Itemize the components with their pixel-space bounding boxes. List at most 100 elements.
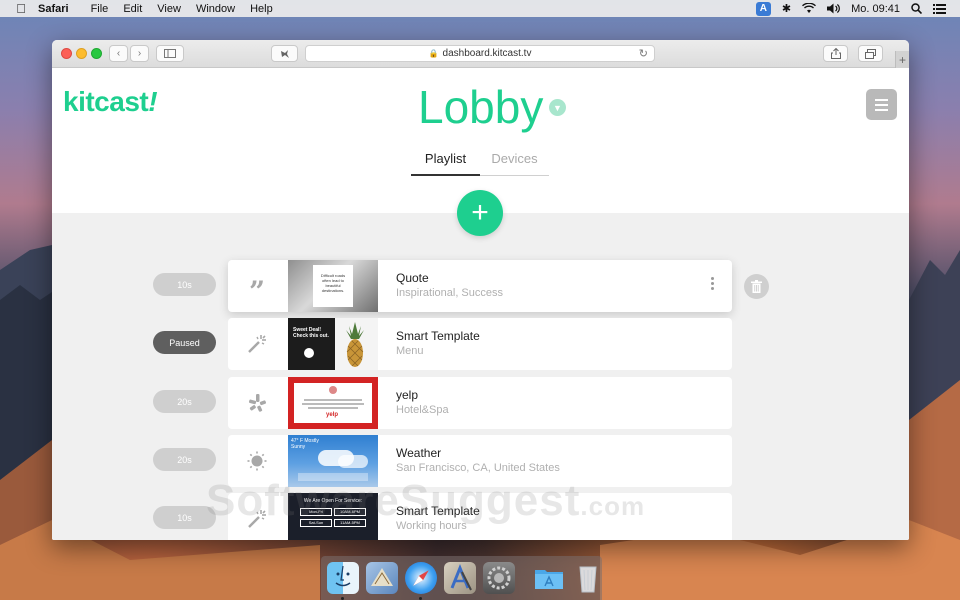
thumbnail: Sweet Deal! Check this out. bbox=[288, 318, 378, 370]
sun-icon bbox=[246, 450, 268, 472]
thumb-weather-text: 47° F Mostly Sunny bbox=[291, 438, 319, 450]
minimize-window-button[interactable] bbox=[76, 48, 87, 59]
card-title: Smart Template bbox=[396, 329, 480, 343]
card-title: Weather bbox=[396, 446, 442, 460]
share-icon bbox=[830, 48, 841, 59]
yelp-icon bbox=[246, 392, 268, 414]
back-button[interactable]: ‹ bbox=[109, 45, 128, 62]
thumbnail: yelp bbox=[288, 377, 378, 429]
thumb-quote-text: Difficult roads often lead to beautiful … bbox=[313, 265, 353, 307]
menu-help[interactable]: Help bbox=[250, 3, 273, 15]
logo-bang: ! bbox=[148, 86, 158, 117]
mail-icon[interactable] bbox=[366, 562, 398, 594]
watermark-main: SoftwareSuggest bbox=[206, 476, 581, 525]
pineapple-icon bbox=[346, 322, 364, 367]
bluetooth-icon[interactable]: ✱ bbox=[782, 2, 791, 16]
list-item[interactable]: Paused Sweet Deal! Check this out. Smart… bbox=[52, 318, 909, 370]
watermark: SoftwareSuggest.com bbox=[206, 476, 645, 526]
thumb-text-line bbox=[302, 403, 364, 405]
system-preferences-icon[interactable] bbox=[483, 562, 515, 594]
add-content-button[interactable]: + bbox=[457, 190, 503, 236]
menu-app-name[interactable]: Safari bbox=[38, 3, 69, 15]
bird-icon bbox=[280, 49, 289, 58]
playlist-card[interactable]: yelp yelp Hotel&Spa bbox=[228, 377, 732, 429]
apple-icon[interactable]:  bbox=[14, 1, 28, 16]
thumb-text-line bbox=[308, 407, 358, 409]
fullscreen-window-button[interactable] bbox=[91, 48, 102, 59]
card-subtitle: Inspirational, Success bbox=[396, 287, 503, 299]
tab-bar: Playlist Devices bbox=[411, 148, 549, 176]
spotlight-search-icon[interactable] bbox=[911, 2, 922, 16]
notification-center-icon[interactable] bbox=[933, 2, 946, 16]
page-title: Lobby bbox=[418, 81, 544, 133]
menu-file[interactable]: File bbox=[91, 3, 109, 15]
trash-icon[interactable] bbox=[572, 562, 604, 594]
card-subtitle: Menu bbox=[396, 345, 424, 357]
menu-bar:  Safari File Edit View Window Help A ✱ … bbox=[0, 0, 960, 17]
input-source-icon[interactable]: A bbox=[755, 1, 771, 16]
tab-playlist[interactable]: Playlist bbox=[411, 148, 480, 176]
browser-toolbar: ‹ › 🔒 dashboard.kitcast.tv ↻ + bbox=[52, 40, 909, 68]
chevron-down-icon[interactable]: ▼ bbox=[549, 99, 566, 116]
lock-icon: 🔒 bbox=[428, 49, 439, 58]
delete-button[interactable] bbox=[744, 274, 769, 299]
duration-badge[interactable]: 10s bbox=[153, 273, 216, 296]
xcode-icon[interactable] bbox=[444, 562, 476, 594]
safari-icon[interactable] bbox=[405, 562, 437, 600]
menu-clock[interactable]: Mo. 09:41 bbox=[851, 2, 900, 16]
forward-button[interactable]: › bbox=[130, 45, 149, 62]
quote-icon: ” bbox=[248, 274, 266, 308]
address-bar[interactable]: 🔒 dashboard.kitcast.tv ↻ bbox=[305, 45, 655, 62]
sidebar-toggle-button[interactable] bbox=[156, 45, 184, 62]
wifi-icon[interactable] bbox=[802, 2, 817, 16]
list-item[interactable]: 10s ” Difficult roads often lead to beau… bbox=[52, 260, 909, 312]
close-window-button[interactable] bbox=[61, 48, 72, 59]
thumb-menu-text: Sweet Deal! Check this out. bbox=[293, 327, 329, 339]
card-subtitle: San Francisco, CA, United States bbox=[396, 462, 560, 474]
thumb-badge bbox=[304, 348, 314, 358]
tabs-overview-button[interactable] bbox=[858, 45, 883, 62]
new-tab-button[interactable]: + bbox=[895, 51, 909, 68]
trash-icon bbox=[751, 280, 762, 293]
logo-text: kitcast bbox=[63, 86, 149, 117]
address-url: dashboard.kitcast.tv bbox=[442, 48, 532, 59]
applications-folder-icon[interactable] bbox=[533, 562, 565, 594]
menu-icon-line bbox=[875, 98, 888, 101]
duration-badge[interactable]: 20s bbox=[153, 390, 216, 413]
thumb-avatar bbox=[329, 386, 337, 394]
menu-icon-line bbox=[875, 103, 888, 106]
thumb-text-line bbox=[304, 399, 362, 401]
more-options-icon[interactable] bbox=[710, 277, 714, 290]
safari-window: ‹ › 🔒 dashboard.kitcast.tv ↻ + kitcast! … bbox=[52, 40, 909, 540]
reload-icon[interactable]: ↻ bbox=[639, 47, 648, 60]
card-title: Quote bbox=[396, 271, 429, 285]
thumbnail: Difficult roads often lead to beautiful … bbox=[288, 260, 378, 312]
magic-wand-icon bbox=[246, 333, 268, 355]
dock bbox=[321, 556, 602, 600]
thumb-yelp-text: yelp bbox=[326, 412, 339, 418]
list-item[interactable]: 20s yelp yelp Hotel&Spa bbox=[52, 377, 909, 429]
duration-badge[interactable]: 20s bbox=[153, 448, 216, 471]
card-subtitle: Hotel&Spa bbox=[396, 404, 449, 416]
card-title: yelp bbox=[396, 388, 419, 402]
share-button[interactable] bbox=[823, 45, 848, 62]
plus-icon: + bbox=[471, 196, 489, 229]
kitcast-dashboard: kitcast! Lobby ▼ Playlist Devices + 10s … bbox=[52, 68, 909, 540]
volume-icon[interactable] bbox=[827, 2, 840, 16]
tab-devices[interactable]: Devices bbox=[480, 148, 549, 175]
tabs-icon bbox=[865, 48, 876, 59]
playlist-card[interactable]: Sweet Deal! Check this out. Smart Templa… bbox=[228, 318, 732, 370]
paused-badge[interactable]: Paused bbox=[153, 331, 216, 354]
extension-button[interactable] bbox=[271, 45, 298, 62]
finder-icon[interactable] bbox=[327, 562, 359, 600]
sidebar-icon bbox=[164, 49, 176, 58]
watermark-suffix: .com bbox=[580, 491, 646, 521]
menu-window[interactable]: Window bbox=[196, 3, 235, 15]
kitcast-logo[interactable]: kitcast! bbox=[63, 86, 158, 118]
thumb-cloud bbox=[338, 455, 368, 468]
menu-icon-line bbox=[875, 108, 888, 111]
menu-edit[interactable]: Edit bbox=[123, 3, 142, 15]
hamburger-menu-button[interactable] bbox=[866, 89, 897, 120]
playlist-card[interactable]: ” Difficult roads often lead to beautifu… bbox=[228, 260, 732, 312]
menu-view[interactable]: View bbox=[157, 3, 181, 15]
